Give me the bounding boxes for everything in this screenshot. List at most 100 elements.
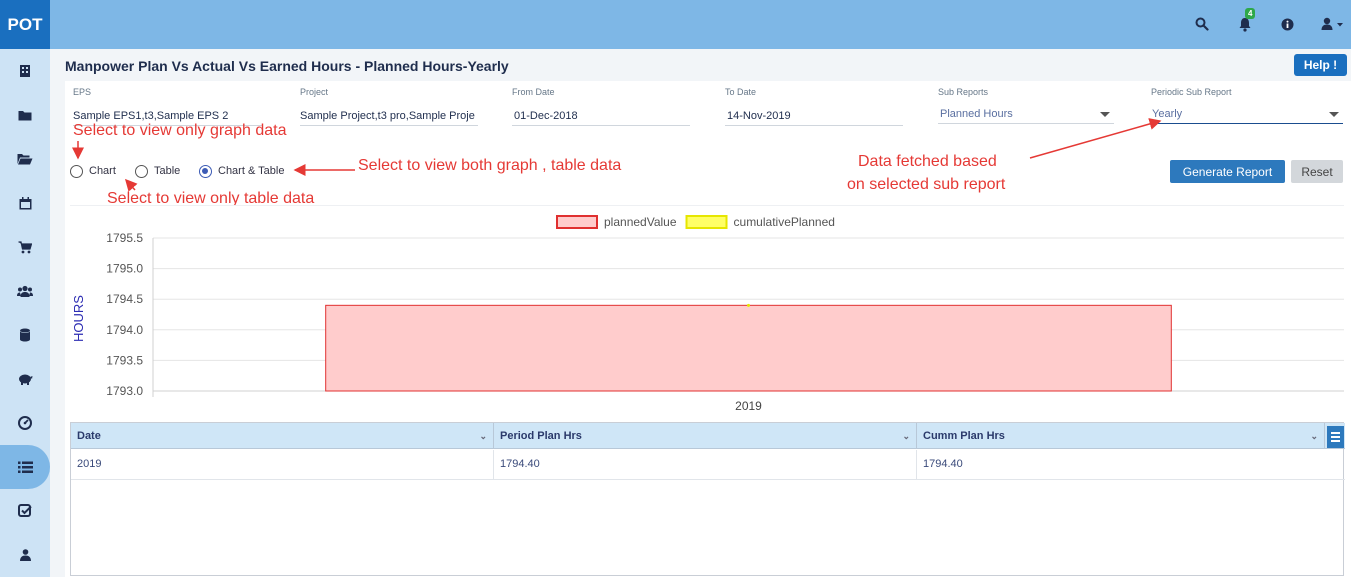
legend-swatch-plannedValue [556,215,598,229]
search-icon[interactable] [1191,13,1213,35]
periodic-sub-report-label: Periodic Sub Report [1151,87,1232,97]
annotation-sub-report-line1: Data fetched based [858,153,997,170]
legend-label-cumulativePlanned: cumulativePlanned [734,215,835,229]
periodic-sub-report-value: Yearly [1152,108,1183,120]
legend-swatch-cumulativePlanned [685,215,728,229]
column-header-period-plan[interactable]: Period Plan Hrs ⌄ [494,423,917,449]
sidebar-item-profile[interactable] [0,533,50,577]
folder-open-icon [17,154,33,165]
view-option-chart-label: Chart [89,165,116,177]
grid-header: Date ⌄ Period Plan Hrs ⌄ Cumm Plan Hrs ⌄ [71,423,1345,449]
reset-button[interactable]: Reset [1291,160,1343,183]
user-menu-icon[interactable] [1318,13,1348,35]
from-date-label: From Date [512,87,555,97]
y-tick-label: 1795.5 [106,231,143,245]
chart-svg: 1795.5 1795.0 1794.5 1794.0 1793.5 1793.0 HOUR… [71,215,1344,413]
column-header-cumm-plan[interactable]: Cumm Plan Hrs ⌄ [917,423,1325,449]
sidebar-item-calendar[interactable] [0,181,50,225]
view-option-chart-table[interactable]: Chart & Table [199,164,284,178]
chevron-down-icon[interactable]: ⌄ [1310,423,1318,449]
menu-icon-bar [1331,432,1340,434]
top-bar: POT 4 [0,0,1351,49]
sidebar-item-budget[interactable] [0,357,50,401]
view-option-table[interactable]: Table [135,164,180,178]
sub-reports-value: Planned Hours [940,108,1013,120]
view-option-table-label: Table [154,165,181,177]
x-tick-label: 2019 [735,399,762,413]
help-button[interactable]: Help ! [1294,54,1347,76]
person-icon [19,549,31,561]
sub-reports-label: Sub Reports [938,87,989,97]
y-axis-label: HOURS [71,295,86,342]
column-header-date-label: Date [77,430,101,442]
users-icon [17,285,33,297]
info-icon[interactable] [1276,13,1298,35]
annotation-graph-only: Select to view only graph data [73,122,287,139]
column-header-cumm-plan-label: Cumm Plan Hrs [923,430,1005,442]
chart-container: 1795.5 1795.0 1794.5 1794.0 1793.5 1793.0 HOUR… [70,205,1344,415]
project-field[interactable]: Sample Project,t3 pro,Sample Proje [300,106,478,126]
piggy-bank-icon [19,374,33,385]
sidebar-item-database[interactable] [0,313,50,357]
y-tick-label: 1794.5 [106,292,143,306]
to-date-field[interactable]: 14-Nov-2019 [725,106,903,126]
database-icon [20,328,30,342]
calendar-icon [19,196,31,209]
eps-label: EPS [73,87,92,97]
menu-icon-bar [1331,436,1340,438]
app-root: POT 4 Manpower Plan Vs Actual Vs Earned … [0,0,1351,577]
sidebar-item-building[interactable] [0,49,50,93]
bar-plannedValue [325,304,1172,392]
sidebar-item-tasks[interactable] [0,489,50,533]
sidebar-item-folder[interactable] [0,93,50,137]
chevron-down-icon[interactable]: ⌄ [479,423,487,449]
data-grid: Date ⌄ Period Plan Hrs ⌄ Cumm Plan Hrs ⌄… [70,422,1345,576]
view-option-chart[interactable]: Chart [70,164,116,178]
to-date-label: To Date [725,87,757,97]
page-title: Manpower Plan Vs Actual Vs Earned Hours … [65,58,509,74]
list-icon [17,461,33,473]
view-option-chart-table-label: Chart & Table [218,165,285,177]
sidebar-item-folder-open[interactable] [0,137,50,181]
y-tick-label: 1793.0 [106,384,143,398]
menu-icon-bar [1331,440,1340,442]
y-tick-label: 1794.0 [106,323,143,337]
sidebar [0,49,50,577]
notifications-bell-icon[interactable]: 4 [1234,8,1256,35]
cell-period-plan: 1794.40 [494,450,917,480]
y-tick-label: 1793.5 [106,353,143,367]
column-header-date[interactable]: Date ⌄ [71,423,494,449]
sidebar-item-reports[interactable] [0,445,50,489]
sidebar-item-users[interactable] [0,269,50,313]
annotation-sub-report-line2: on selected sub report [847,176,1006,193]
annotation-both: Select to view both graph , table data [358,157,622,174]
from-date-field[interactable]: 01-Dec-2018 [512,106,690,126]
y-tick-label: 1795.0 [106,262,143,276]
sidebar-item-dashboard[interactable] [0,401,50,445]
legend-label-plannedValue: plannedValue [604,215,677,229]
chevron-down-icon [1329,112,1339,117]
project-label: Project [300,87,329,97]
column-header-period-plan-label: Period Plan Hrs [500,430,582,442]
point-cumulativePlanned [747,303,750,307]
cell-date: 2019 [71,450,494,480]
cell-cumm-plan: 1794.40 [923,458,963,470]
generate-report-button[interactable]: Generate Report [1170,160,1285,183]
checklist-icon [18,504,32,517]
table-row[interactable]: 2019 1794.40 1794.40 [71,450,1345,480]
sidebar-item-cart[interactable] [0,225,50,269]
periodic-sub-report-select[interactable]: Yearly [1150,104,1343,124]
building-icon [20,65,30,77]
grid-menu-button[interactable] [1327,426,1344,448]
gauge-icon [18,416,32,430]
sub-reports-select[interactable]: Planned Hours [938,104,1114,124]
radio-table[interactable] [135,164,148,178]
folder-icon [18,110,32,120]
chevron-down-icon [1100,112,1110,117]
cart-icon [18,240,32,253]
notification-count-badge: 4 [1245,8,1256,19]
chevron-down-icon[interactable]: ⌄ [902,423,910,449]
radio-chart-table[interactable] [199,164,212,178]
app-logo[interactable]: POT [0,0,50,49]
radio-chart[interactable] [70,164,83,178]
